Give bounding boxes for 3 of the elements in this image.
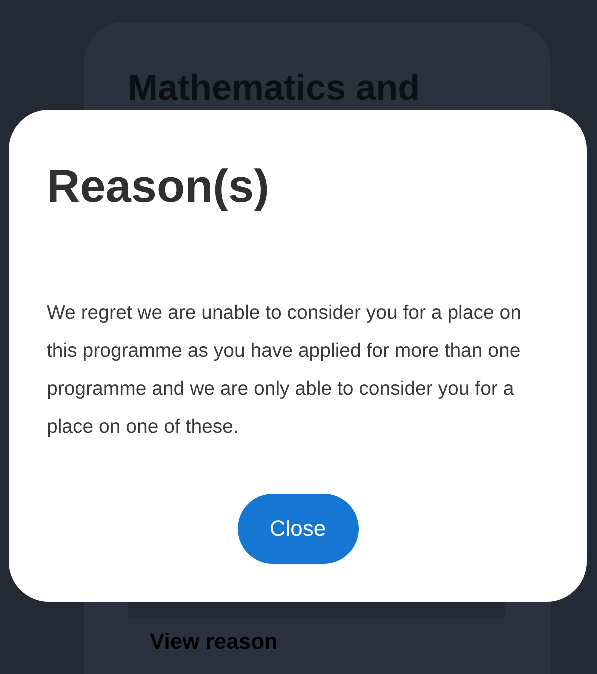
close-button[interactable]: Close [238,494,358,564]
dialog-title: Reason(s) [47,159,270,214]
dialog-message: We regret we are unable to consider you for a place on this programme as you have applied for more than one programme and we are only able to consider you for a place on one of these. [47,301,522,440]
